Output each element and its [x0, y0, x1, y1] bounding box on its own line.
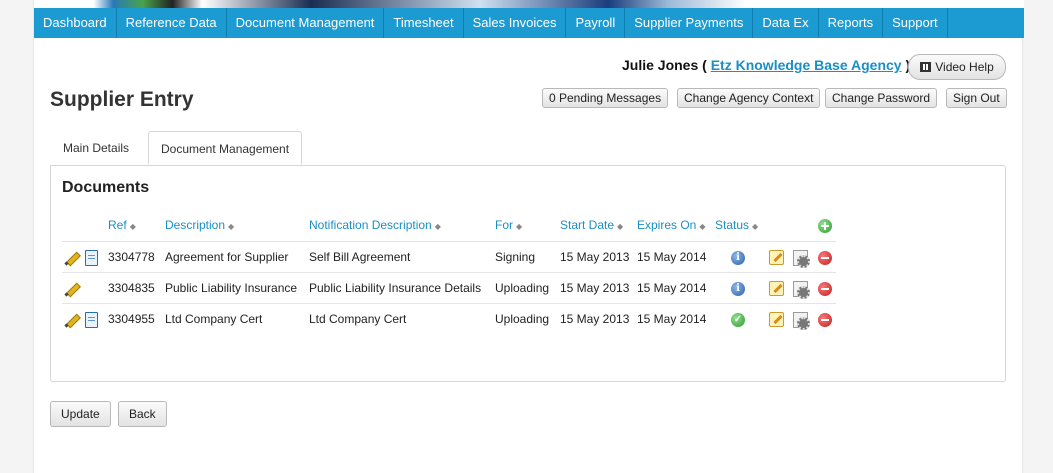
- main-nav: Dashboard Reference Data Document Manage…: [34, 8, 1024, 38]
- video-help-button[interactable]: Video Help: [908, 54, 1006, 80]
- add-document-icon[interactable]: [818, 219, 832, 233]
- cell-expires-on: 15 May 2014: [637, 312, 707, 326]
- cell-start-date: 15 May 2013: [560, 312, 630, 326]
- col-start-date-header[interactable]: Start Date ◆: [560, 218, 623, 232]
- page-title: Supplier Entry: [50, 88, 194, 111]
- cell-expires-on: 15 May 2014: [637, 281, 707, 295]
- cell-notification: Self Bill Agreement: [309, 250, 411, 264]
- edit-note-icon[interactable]: [769, 250, 784, 265]
- nav-sales-invoices[interactable]: Sales Invoices: [464, 8, 567, 38]
- page: Dashboard Reference Data Document Manage…: [33, 0, 1024, 473]
- col-expires-on-header[interactable]: Expires On ◆: [637, 218, 706, 232]
- user-info: Julie Jones ( Etz Knowledge Base Agency …: [622, 57, 910, 73]
- info-icon[interactable]: i: [731, 282, 745, 296]
- pending-messages-button[interactable]: 0 Pending Messages: [542, 88, 669, 108]
- change-password-button[interactable]: Change Password: [825, 88, 938, 108]
- change-agency-context-button[interactable]: Change Agency Context: [677, 88, 821, 108]
- cell-expires-on: 15 May 2014: [637, 250, 707, 264]
- nav-timesheet[interactable]: Timesheet: [384, 8, 464, 38]
- sign-out-button[interactable]: Sign Out: [946, 88, 1007, 108]
- cell-for: Signing: [495, 250, 536, 264]
- cell-start-date: 15 May 2013: [560, 281, 630, 295]
- remove-icon[interactable]: [818, 313, 832, 327]
- back-button[interactable]: Back: [118, 401, 167, 427]
- info-icon[interactable]: i: [731, 251, 745, 265]
- edit-pencil-icon[interactable]: [64, 281, 80, 297]
- nav-document-management[interactable]: Document Management: [227, 8, 385, 38]
- video-help-label: Video Help: [935, 60, 994, 74]
- cell-ref: 3304778: [108, 250, 155, 264]
- nav-supplier-payments[interactable]: Supplier Payments: [625, 8, 754, 38]
- col-status-header[interactable]: Status ◆: [715, 218, 758, 232]
- nav-reports[interactable]: Reports: [819, 8, 884, 38]
- nav-dashboard[interactable]: Dashboard: [34, 8, 117, 38]
- tab-main-details[interactable]: Main Details: [51, 131, 141, 165]
- header-banner-image: [34, 0, 1024, 8]
- edit-note-icon[interactable]: [769, 281, 784, 296]
- edit-pencil-icon[interactable]: [64, 250, 80, 266]
- nav-reference-data[interactable]: Reference Data: [117, 8, 227, 38]
- nav-data-ex[interactable]: Data Ex: [753, 8, 819, 38]
- col-for-header[interactable]: For ◆: [495, 218, 522, 232]
- check-icon[interactable]: ✓: [731, 313, 745, 327]
- update-button[interactable]: Update: [50, 401, 111, 427]
- cell-notification: Public Liability Insurance Details: [309, 281, 482, 295]
- cell-start-date: 15 May 2013: [560, 250, 630, 264]
- table-row: 3304835 Public Liability Insurance Publi…: [62, 272, 836, 303]
- table-row: 3304955 Ltd Company Cert Ltd Company Cer…: [62, 303, 836, 334]
- cell-for: Uploading: [495, 312, 550, 326]
- col-ref-header[interactable]: Ref ◆: [108, 218, 136, 232]
- document-icon[interactable]: [85, 312, 98, 328]
- settings-icon[interactable]: [793, 250, 810, 268]
- cell-notification: Ltd Company Cert: [309, 312, 407, 326]
- documents-title: Documents: [62, 179, 150, 196]
- cell-ref: 3304835: [108, 281, 155, 295]
- nav-payroll[interactable]: Payroll: [566, 8, 626, 38]
- cell-description: Agreement for Supplier: [165, 250, 289, 264]
- nav-support[interactable]: Support: [883, 8, 948, 38]
- edit-note-icon[interactable]: [769, 312, 784, 327]
- edit-pencil-icon[interactable]: [64, 312, 80, 328]
- settings-icon[interactable]: [793, 281, 810, 299]
- agency-link[interactable]: Etz Knowledge Base Agency: [711, 57, 902, 73]
- cell-ref: 3304955: [108, 312, 155, 326]
- settings-icon[interactable]: [793, 312, 810, 330]
- film-icon: [920, 62, 932, 72]
- user-name: Julie Jones (: [622, 57, 707, 73]
- cell-description: Public Liability Insurance: [165, 281, 298, 295]
- table-row: 3304778 Agreement for Supplier Self Bill…: [62, 241, 836, 272]
- col-notification-header[interactable]: Notification Description ◆: [309, 218, 441, 232]
- cell-for: Uploading: [495, 281, 550, 295]
- document-icon[interactable]: [85, 250, 98, 266]
- col-description-header[interactable]: Description ◆: [165, 218, 234, 232]
- tab-document-management[interactable]: Document Management: [148, 131, 303, 165]
- cell-description: Ltd Company Cert: [165, 312, 263, 326]
- remove-icon[interactable]: [818, 282, 832, 296]
- remove-icon[interactable]: [818, 251, 832, 265]
- documents-panel: Documents Ref ◆ Description ◆ Notification…: [50, 165, 1006, 382]
